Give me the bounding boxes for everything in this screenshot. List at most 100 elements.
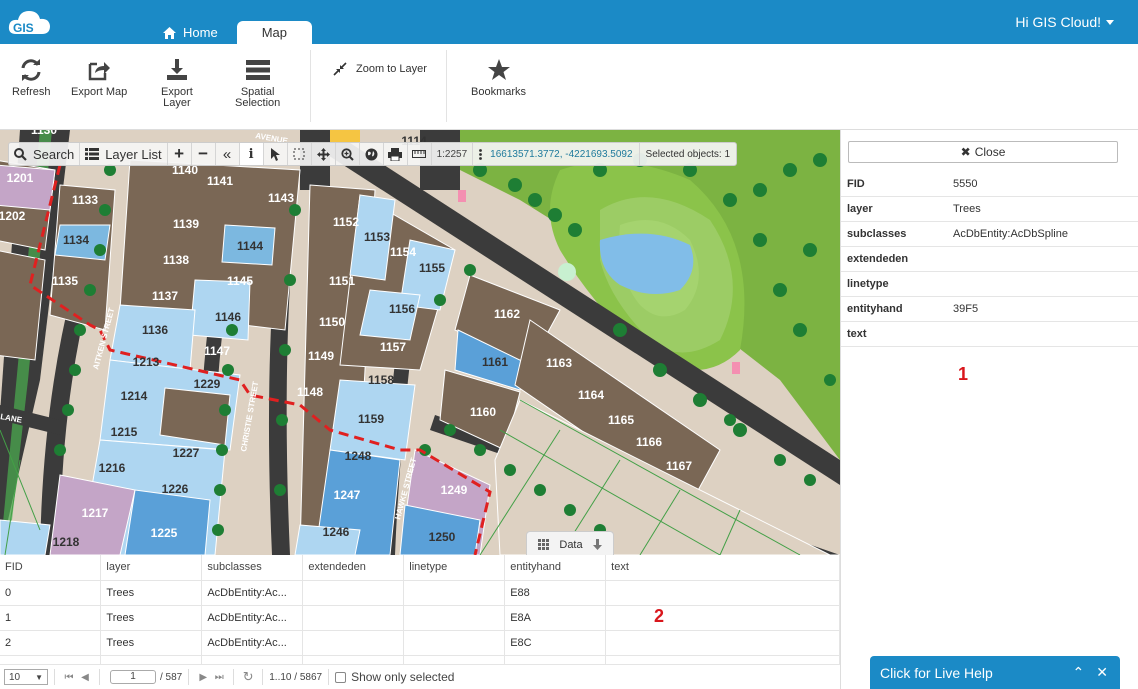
table-cell xyxy=(605,580,840,606)
star-icon xyxy=(487,59,510,80)
search-button[interactable]: Search xyxy=(9,143,81,165)
info-tool-button[interactable]: i xyxy=(239,143,264,165)
svg-text:1202: 1202 xyxy=(0,209,26,223)
first-page-icon: ⏮ xyxy=(64,671,74,683)
globe-icon xyxy=(365,148,378,160)
svg-text:1148: 1148 xyxy=(297,385,323,399)
print-button[interactable] xyxy=(384,143,408,165)
page-size-select[interactable]: 10 ▼ xyxy=(4,669,48,685)
dropdown-arrow-icon: ▼ xyxy=(35,672,43,682)
column-header[interactable]: text xyxy=(605,555,840,581)
svg-text:1247: 1247 xyxy=(334,488,361,502)
close-icon[interactable]: ✕ xyxy=(1096,664,1108,681)
table-row[interactable]: 0 Trees AcDbEntity:Ac... E88 xyxy=(0,580,840,606)
next-page-button[interactable]: ▶ xyxy=(195,669,211,685)
table-cell xyxy=(403,605,506,631)
table-cell xyxy=(504,655,607,664)
gis-cloud-logo[interactable]: GIS xyxy=(8,6,52,38)
zoom-to-layer-button[interactable]: Zoom to Layer xyxy=(333,62,427,76)
attribute-key: FID xyxy=(847,178,865,190)
bookmarks-button[interactable]: Bookmarks xyxy=(471,58,526,98)
measure-button[interactable] xyxy=(408,143,432,165)
table-cell: AcDbEntity:Ac... xyxy=(201,630,304,656)
svg-text:1147: 1147 xyxy=(204,344,230,358)
zoom-box-button[interactable] xyxy=(336,143,360,165)
show-only-selected-checkbox[interactable] xyxy=(335,671,347,683)
svg-text:1130: 1130 xyxy=(31,130,57,137)
column-header[interactable]: extendeden xyxy=(302,555,405,581)
svg-text:1138: 1138 xyxy=(163,253,189,267)
zoom-out-button[interactable]: − xyxy=(192,143,216,165)
first-page-button[interactable]: ⏮ xyxy=(61,669,77,685)
table-cell xyxy=(302,605,405,631)
svg-text:1153: 1153 xyxy=(364,230,390,244)
table-cell: Trees xyxy=(100,580,203,606)
reload-button[interactable]: ↻ xyxy=(240,669,256,685)
map-scale: 1:2257 xyxy=(432,143,474,165)
user-menu[interactable]: Hi GIS Cloud! xyxy=(1015,14,1114,30)
page-total: / 587 xyxy=(160,671,183,683)
full-extent-button[interactable] xyxy=(360,143,384,165)
export-layer-button[interactable]: Export Layer xyxy=(161,58,193,109)
svg-text:1144: 1144 xyxy=(237,239,263,253)
export-layer-label-2: Layer xyxy=(163,97,191,109)
move-icon xyxy=(316,147,330,161)
table-row[interactable]: 2 Trees AcDbEntity:Ac... E8C xyxy=(0,630,840,656)
annotation-marker-2: 2 xyxy=(654,606,665,626)
attribute-row: extendeden xyxy=(841,247,1138,272)
box-select-button[interactable] xyxy=(288,143,312,165)
svg-text:1161: 1161 xyxy=(482,355,508,369)
table-row[interactable] xyxy=(0,655,840,664)
column-header[interactable]: subclasses xyxy=(201,555,304,581)
chevron-up-icon[interactable]: ⌃ xyxy=(1073,664,1085,681)
plus-icon: + xyxy=(174,144,185,163)
select-tool-button[interactable] xyxy=(264,143,288,165)
svg-text:1249: 1249 xyxy=(441,483,468,497)
svg-text:1133: 1133 xyxy=(72,193,98,207)
live-help-widget[interactable]: Click for Live Help ⌃ ✕ xyxy=(870,656,1120,689)
table-pager: 10 ▼ ⏮ ◀ 1 / 587 ▶ ⏭ ↻ 1..10 / 5867 Show… xyxy=(0,664,840,689)
pager-divider xyxy=(328,669,330,685)
svg-text:1136: 1136 xyxy=(142,323,168,337)
export-map-button[interactable]: Export Map xyxy=(71,58,127,98)
prev-page-button[interactable]: ◀ xyxy=(77,669,93,685)
vertical-dots-icon[interactable] xyxy=(479,148,483,160)
refresh-button[interactable]: Refresh xyxy=(12,58,51,98)
layer-list-button[interactable]: Layer List xyxy=(80,143,168,165)
svg-text:1149: 1149 xyxy=(308,349,334,363)
attribute-table: FID layer subclasses extendeden linetype… xyxy=(0,555,840,664)
svg-text:1229: 1229 xyxy=(194,377,221,391)
svg-text:1154: 1154 xyxy=(390,245,416,259)
ribbon-toolbar: Refresh Export Map Export Layer Spatial … xyxy=(0,44,1138,130)
last-page-button[interactable]: ⏭ xyxy=(211,669,227,685)
data-panel-toggle[interactable]: Data xyxy=(526,531,614,557)
table-cell xyxy=(302,580,405,606)
column-header[interactable]: entityhand xyxy=(504,555,607,581)
refresh-label: Refresh xyxy=(12,86,51,98)
pan-tool-button[interactable] xyxy=(312,143,336,165)
reload-icon: ↻ xyxy=(242,669,254,684)
attribute-key: entityhand xyxy=(847,303,903,315)
svg-text:1213: 1213 xyxy=(133,355,160,369)
table-row[interactable]: 1 Trees AcDbEntity:Ac... E8A xyxy=(0,605,840,631)
column-header[interactable]: FID xyxy=(0,555,102,581)
collapse-toolbar-button[interactable]: « xyxy=(216,143,240,165)
pager-divider xyxy=(99,669,100,685)
page-number-input[interactable]: 1 xyxy=(110,670,156,684)
map-base: 113012011202 113311341135 114011411143 1… xyxy=(0,130,840,555)
attribute-row: FID 5550 xyxy=(841,172,1138,197)
svg-text:1225: 1225 xyxy=(151,526,178,540)
tab-map[interactable]: Map xyxy=(236,21,312,44)
column-header[interactable]: linetype xyxy=(403,555,506,581)
column-header[interactable]: layer xyxy=(100,555,203,581)
svg-text:1145: 1145 xyxy=(227,274,253,288)
tab-home[interactable]: Home xyxy=(150,21,231,44)
selected-objects-count: Selected objects: 1 xyxy=(645,148,731,160)
zoom-in-button[interactable]: + xyxy=(168,143,192,165)
table-cell xyxy=(201,655,304,664)
pointer-icon xyxy=(271,147,281,161)
svg-text:1151: 1151 xyxy=(329,274,355,288)
spatial-selection-button[interactable]: Spatial Selection xyxy=(235,58,280,109)
close-button[interactable]: ✖ Close xyxy=(848,141,1118,163)
map-canvas[interactable]: 1130 1201 1202 1133 1134 1135 1140 1141 1143 1… xyxy=(0,130,840,555)
